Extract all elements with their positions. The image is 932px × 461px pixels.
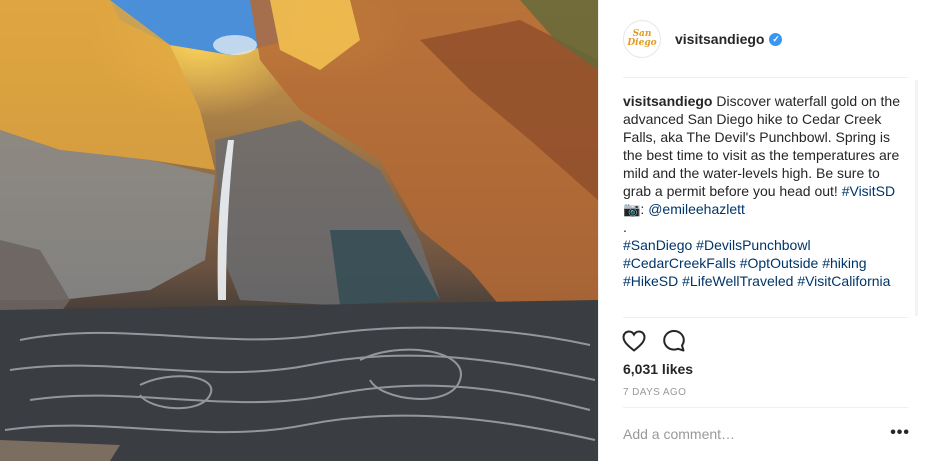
heart-icon bbox=[622, 330, 646, 352]
waterfall-photo bbox=[0, 0, 598, 461]
san-diego-logo-icon: San Diego bbox=[627, 29, 657, 48]
caption-username-link[interactable]: visitsandiego bbox=[623, 93, 712, 109]
hashtag-link[interactable]: #VisitSD bbox=[842, 183, 895, 199]
post-header: San Diego visitsandiego ✓ bbox=[623, 18, 908, 60]
more-options-button[interactable]: ••• bbox=[890, 425, 910, 441]
avatar[interactable]: San Diego bbox=[623, 20, 661, 58]
caption: visitsandiego Discover waterfall gold on… bbox=[623, 92, 909, 317]
hashtag-link[interactable]: #OptOutside bbox=[740, 255, 819, 271]
hashtag-link[interactable]: #HikeSD bbox=[623, 273, 678, 289]
divider bbox=[623, 77, 908, 78]
hashtag-link[interactable]: #SanDiego bbox=[623, 237, 692, 253]
mention-link[interactable]: @emileehazlett bbox=[648, 201, 745, 217]
comment-icon bbox=[663, 330, 685, 352]
hashtag-link[interactable]: #CedarCreekFalls bbox=[623, 255, 736, 271]
likes-count[interactable]: 6,031 likes bbox=[623, 361, 693, 377]
post-photo[interactable] bbox=[0, 0, 598, 461]
divider bbox=[623, 317, 908, 318]
camera-emoji: 📷: bbox=[623, 201, 645, 217]
verified-badge-icon: ✓ bbox=[769, 32, 783, 46]
caption-dot: . bbox=[623, 219, 627, 235]
comment-button[interactable] bbox=[661, 328, 687, 354]
username-link[interactable]: visitsandiego bbox=[675, 31, 764, 47]
divider bbox=[623, 407, 908, 408]
hashtag-link[interactable]: #hiking bbox=[822, 255, 866, 271]
comment-input[interactable] bbox=[623, 424, 863, 444]
post-actions bbox=[621, 328, 701, 354]
hashtag-link[interactable]: #DevilsPunchbowl bbox=[696, 237, 810, 253]
pool bbox=[0, 300, 598, 461]
hashtag-link[interactable]: #VisitCalifornia bbox=[797, 273, 890, 289]
post-details-panel: San Diego visitsandiego ✓ visitsandiego … bbox=[598, 0, 932, 461]
like-button[interactable] bbox=[621, 328, 647, 354]
caption-scrollbar[interactable] bbox=[915, 80, 918, 316]
hashtag-link[interactable]: #LifeWellTraveled bbox=[682, 273, 793, 289]
cloud bbox=[213, 35, 257, 55]
post-timestamp[interactable]: 7 DAYS AGO bbox=[623, 387, 686, 398]
